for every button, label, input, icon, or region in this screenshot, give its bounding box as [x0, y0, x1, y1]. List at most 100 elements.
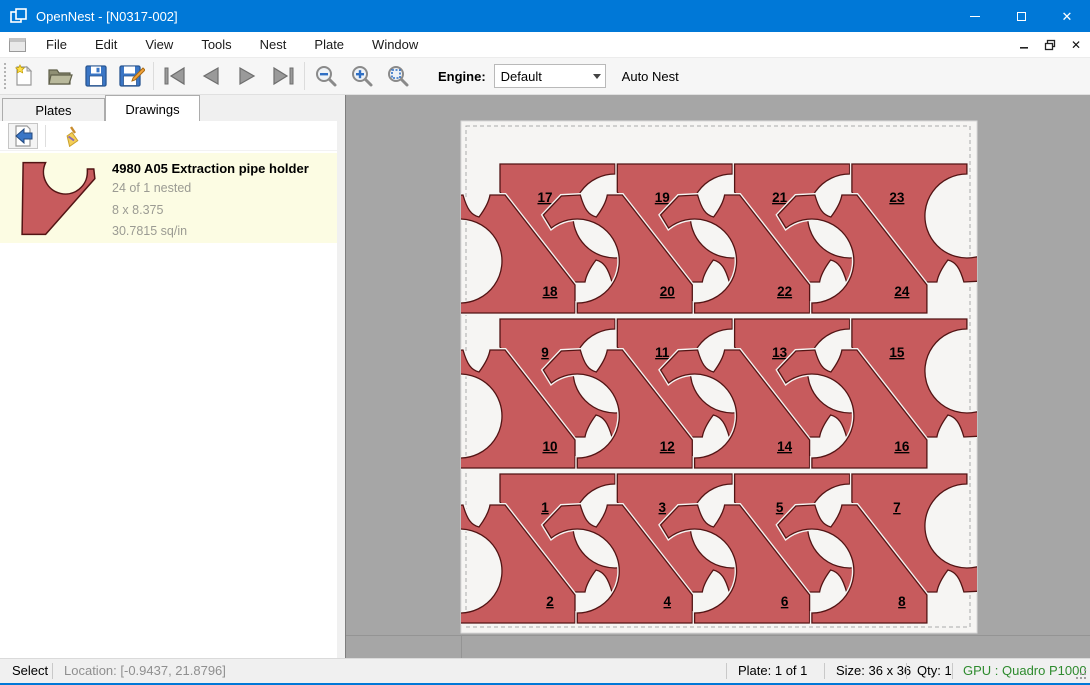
engine-value: Default [501, 69, 542, 84]
tab-drawings[interactable]: Drawings [105, 95, 200, 121]
part-number-label: 15 [889, 345, 905, 360]
part-number-label: 11 [655, 345, 670, 360]
statusbar: Select Location: [-0.9437, 21.8796] Plat… [0, 658, 1090, 683]
main-toolbar: Engine: Default Auto Nest [0, 57, 1090, 95]
menu-item-nest[interactable]: Nest [246, 33, 301, 56]
import-drawing-button[interactable] [8, 123, 38, 149]
auto-nest-button[interactable]: Auto Nest [622, 69, 679, 84]
part-number-label: 5 [776, 500, 784, 515]
status-mode: Select [12, 663, 48, 678]
mdi-document-icon[interactable] [9, 38, 26, 52]
drawing-title: 4980 A05 Extraction pipe holder [112, 161, 309, 176]
mdi-close-icon: ✕ [1071, 38, 1081, 52]
status-separator [952, 663, 953, 679]
mdi-minimize-icon [1019, 40, 1029, 50]
zoom-fit-button[interactable] [380, 60, 416, 92]
part-thumbnail [16, 161, 102, 237]
open-folder-icon [47, 64, 73, 88]
zoom-out-icon [314, 64, 338, 88]
part-number-label: 24 [894, 284, 910, 299]
import-drawing-icon [12, 125, 34, 147]
part-number-label: 6 [781, 594, 789, 609]
app-icon [10, 8, 28, 24]
part-number-label: 17 [537, 190, 552, 205]
part-number-label: 20 [660, 284, 675, 299]
drawing-list-item[interactable]: 4980 A05 Extraction pipe holder 24 of 1 … [0, 153, 337, 243]
status-separator [726, 663, 727, 679]
save-as-icon [119, 64, 145, 88]
go-next-icon [234, 65, 260, 87]
part-number-label: 3 [659, 500, 667, 515]
menubar: FileEditViewToolsNestPlateWindow ✕ [0, 32, 1090, 57]
save-icon [84, 64, 108, 88]
mdi-restore-button[interactable] [1040, 36, 1060, 54]
tab-plates[interactable]: Plates [2, 98, 105, 121]
menu-item-view[interactable]: View [131, 33, 187, 56]
zoom-in-button[interactable] [344, 60, 380, 92]
part-number-label: 22 [777, 284, 792, 299]
open-button[interactable] [42, 60, 78, 92]
part-number-label: 19 [655, 190, 670, 205]
menu-item-tools[interactable]: Tools [187, 33, 245, 56]
drawing-nested-count: 24 of 1 nested [112, 180, 309, 198]
app-window: OpenNest - [N0317-002] ✕ FileEditViewToo… [0, 0, 1090, 685]
part-number-label: 8 [898, 594, 906, 609]
panel-scrollbar[interactable] [337, 121, 345, 658]
close-button[interactable]: ✕ [1044, 0, 1090, 32]
go-last-icon [270, 65, 296, 87]
resize-grip-icon[interactable] [1074, 667, 1087, 680]
chevron-down-icon [593, 74, 601, 79]
status-separator [824, 663, 825, 679]
drawings-panel: 4980 A05 Extraction pipe holder 24 of 1 … [0, 121, 337, 658]
previous-plate-button[interactable] [193, 60, 229, 92]
status-separator [906, 663, 907, 679]
save-button[interactable] [78, 60, 114, 92]
drawing-area: 30.7815 sq/in [112, 223, 309, 241]
menu-item-plate[interactable]: Plate [300, 33, 358, 56]
menu-item-edit[interactable]: Edit [81, 33, 131, 56]
minimize-button[interactable] [952, 0, 998, 32]
part-number-label: 12 [660, 439, 675, 454]
nest-canvas[interactable]: 171921231820222491113151012141613572468 [345, 95, 1090, 658]
first-plate-button[interactable] [157, 60, 193, 92]
drawing-size: 8 x 8.375 [112, 202, 309, 220]
panel-toolbar-separator [45, 125, 46, 147]
part-number-label: 4 [664, 594, 672, 609]
mdi-restore-icon [1044, 39, 1056, 51]
part-number-label: 10 [542, 439, 557, 454]
menu-item-window[interactable]: Window [358, 33, 432, 56]
toolbar-separator [153, 62, 154, 90]
status-gpu: GPU : Quadro P1000 [963, 663, 1087, 678]
next-plate-button[interactable] [229, 60, 265, 92]
save-as-button[interactable] [114, 60, 150, 92]
mdi-close-button[interactable]: ✕ [1066, 36, 1086, 54]
last-plate-button[interactable] [265, 60, 301, 92]
go-previous-icon [198, 65, 224, 87]
part-number-label: 7 [893, 500, 901, 515]
part-number-label: 16 [894, 439, 910, 454]
toolbar-separator [304, 62, 305, 90]
maximize-button[interactable] [998, 0, 1044, 32]
drawings-toolbar [0, 121, 337, 151]
clean-button[interactable] [54, 123, 84, 149]
menu-item-file[interactable]: File [32, 33, 81, 56]
status-qty: Qty: 1 [917, 663, 952, 678]
part-number-label: 2 [546, 594, 554, 609]
minimize-icon [970, 16, 980, 17]
mdi-minimize-button[interactable] [1014, 36, 1034, 54]
status-separator [52, 663, 53, 679]
zoom-fit-icon [386, 64, 410, 88]
zoom-in-icon [350, 64, 374, 88]
engine-label: Engine: [438, 69, 486, 84]
window-title: OpenNest - [N0317-002] [36, 9, 178, 24]
part-number-label: 13 [772, 345, 788, 360]
zoom-out-button[interactable] [308, 60, 344, 92]
close-icon: ✕ [1062, 10, 1073, 23]
part-number-label: 14 [777, 439, 793, 454]
go-first-icon [162, 65, 188, 87]
new-file-icon [12, 64, 36, 88]
engine-combobox[interactable]: Default [494, 64, 606, 88]
titlebar[interactable]: OpenNest - [N0317-002] ✕ [0, 0, 1090, 32]
part-number-label: 23 [889, 190, 905, 205]
new-button[interactable] [6, 60, 42, 92]
